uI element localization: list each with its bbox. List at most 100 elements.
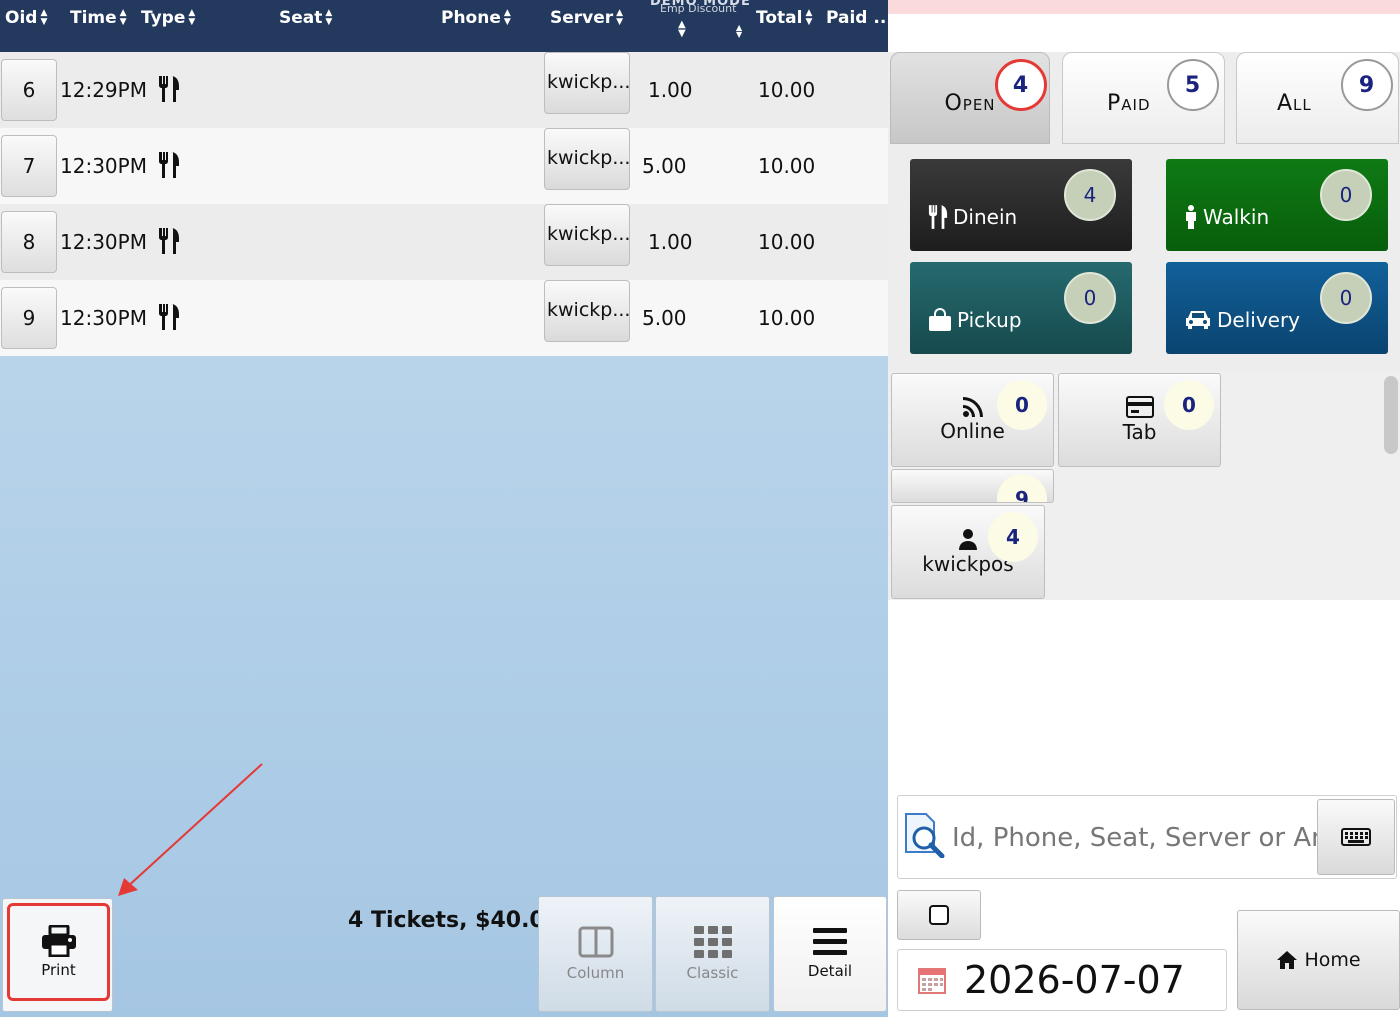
column-header-paid[interactable]: Paid ...: [826, 8, 888, 28]
tab-open[interactable]: Open 4: [890, 52, 1050, 144]
total-value: 10.00: [758, 306, 816, 330]
menu-icon: [813, 928, 847, 955]
utensils-icon: [159, 228, 179, 254]
walkin-button[interactable]: Walkin 0: [1166, 159, 1388, 251]
sort-icon: ▲ ▼: [616, 8, 624, 27]
sort-icon: ▲ ▼: [188, 8, 196, 27]
printer-icon: [41, 925, 76, 957]
tab-button[interactable]: Tab 0: [1058, 373, 1221, 467]
dinein-count-badge: 4: [1064, 169, 1116, 221]
columns-icon: [578, 926, 613, 958]
person-icon: [1186, 205, 1196, 229]
table-row[interactable]: 8 12:30PM kwickp... 1.00 10.00: [0, 204, 888, 280]
delivery-button[interactable]: Delivery 0: [1166, 262, 1388, 354]
server-button[interactable]: kwickp...: [544, 128, 630, 190]
column-header-total[interactable]: Total ▲ ▼: [756, 8, 812, 28]
date-value: 2026-07-07: [964, 958, 1185, 1002]
checkbox-icon: [929, 905, 949, 925]
sort-icon[interactable]: ▲ ▼: [736, 24, 742, 39]
date-picker[interactable]: 2026-07-07: [897, 949, 1227, 1011]
tab-paid[interactable]: Paid 5: [1062, 52, 1225, 144]
all-count-badge: 9: [1341, 59, 1393, 111]
shopping-bag-icon: [929, 308, 951, 331]
total-value: 10.00: [758, 230, 816, 254]
sort-icon: ▲ ▼: [325, 8, 333, 27]
rss-icon: [962, 397, 983, 417]
dinein-button[interactable]: Dinein 4: [910, 159, 1132, 251]
grid-icon: [693, 926, 732, 958]
server-filter-button[interactable]: kwickpos 4: [891, 505, 1045, 599]
oid-button[interactable]: 7: [1, 135, 57, 197]
utensils-icon: [159, 304, 179, 330]
search-box: [897, 795, 1397, 879]
ticket-time: 12:30PM: [60, 230, 147, 254]
discount-value: 1.00: [648, 230, 693, 254]
column-header-seat[interactable]: Seat ▲ ▼: [279, 8, 332, 28]
car-icon: [1186, 311, 1210, 329]
online-button[interactable]: Online 0: [891, 373, 1054, 467]
column-view-button[interactable]: Column: [538, 896, 653, 1012]
home-icon: [1277, 951, 1298, 969]
total-value: 10.00: [758, 78, 816, 102]
ticket-time: 12:30PM: [60, 306, 147, 330]
pickup-button[interactable]: Pickup 0: [910, 262, 1132, 354]
top-bar: [888, 0, 1400, 14]
delivery-count-badge: 0: [1320, 272, 1372, 324]
detail-view-button[interactable]: Detail: [773, 896, 887, 1012]
table-row[interactable]: 6 12:29PM kwickp... 1.00 10.00: [0, 52, 888, 128]
column-header-phone[interactable]: Phone ▲ ▼: [441, 8, 511, 28]
discount-value: 1.00: [648, 78, 693, 102]
tab-all[interactable]: All 9: [1236, 52, 1399, 144]
hidden-count-badge: 9: [997, 474, 1047, 502]
online-count-badge: 0: [997, 380, 1047, 430]
credit-card-icon: [1125, 396, 1154, 418]
calendar-icon: [918, 968, 946, 994]
total-value: 10.00: [758, 154, 816, 178]
ticket-summary: 4 Tickets, $40.00: [348, 908, 561, 933]
keyboard-button[interactable]: [1317, 799, 1395, 875]
table-row[interactable]: 9 12:30PM kwickp... 5.00 10.00: [0, 280, 888, 356]
search-input[interactable]: [952, 816, 1320, 860]
keyboard-icon: [1341, 828, 1371, 846]
column-header-type[interactable]: Type ▲ ▼: [141, 8, 195, 28]
classic-view-button[interactable]: Classic: [655, 896, 770, 1012]
discount-value: 5.00: [642, 306, 687, 330]
sort-icon: ▲ ▼: [40, 8, 48, 27]
print-highlight: Print: [7, 903, 110, 1001]
walkin-count-badge: 0: [1320, 169, 1372, 221]
hidden-filter-button[interactable]: 9: [891, 469, 1054, 503]
sort-icon: ▲ ▼: [805, 8, 813, 27]
table-row[interactable]: 7 12:30PM kwickp... 5.00 10.00: [0, 128, 888, 204]
print-button[interactable]: Print: [2, 898, 113, 1012]
user-icon: [959, 529, 977, 550]
ticket-time: 12:30PM: [60, 154, 147, 178]
utensils-icon: [159, 152, 179, 178]
open-count-badge: 4: [995, 59, 1047, 111]
oid-button[interactable]: 6: [1, 59, 57, 121]
server-button[interactable]: kwickp...: [544, 204, 630, 266]
scrollbar[interactable]: [1384, 376, 1398, 454]
oid-button[interactable]: 8: [1, 211, 57, 273]
ticket-time: 12:29PM: [60, 78, 147, 102]
emp-discount-header[interactable]: Emp Discount: [660, 2, 736, 15]
ticket-list-panel: DEMO MODE Emp Discount Oid ▲ ▼ Time ▲ ▼ Ty…: [0, 0, 888, 1017]
sort-icon: ▲ ▼: [119, 8, 127, 27]
select-checkbox[interactable]: [897, 890, 981, 940]
sort-icon: ▲ ▼: [503, 8, 511, 27]
utensils-icon: [928, 205, 948, 229]
search-document-icon: [905, 813, 945, 858]
tab-count-badge: 0: [1164, 380, 1214, 430]
server-button[interactable]: kwickp...: [544, 52, 630, 114]
sort-icon[interactable]: ▲ ▼: [678, 20, 686, 39]
column-header-time[interactable]: Time ▲ ▼: [70, 8, 127, 28]
home-button[interactable]: Home: [1237, 910, 1400, 1010]
ticket-table-header: DEMO MODE Emp Discount Oid ▲ ▼ Time ▲ ▼ Ty…: [0, 0, 888, 52]
column-header-server[interactable]: Server ▲ ▼: [550, 8, 623, 28]
server-count-badge: 4: [988, 512, 1038, 562]
discount-value: 5.00: [642, 154, 687, 178]
annotation-arrow-icon: [118, 763, 263, 896]
column-header-oid[interactable]: Oid ▲ ▼: [5, 8, 47, 28]
utensils-icon: [159, 76, 179, 102]
server-button[interactable]: kwickp...: [544, 280, 630, 342]
oid-button[interactable]: 9: [1, 287, 57, 349]
